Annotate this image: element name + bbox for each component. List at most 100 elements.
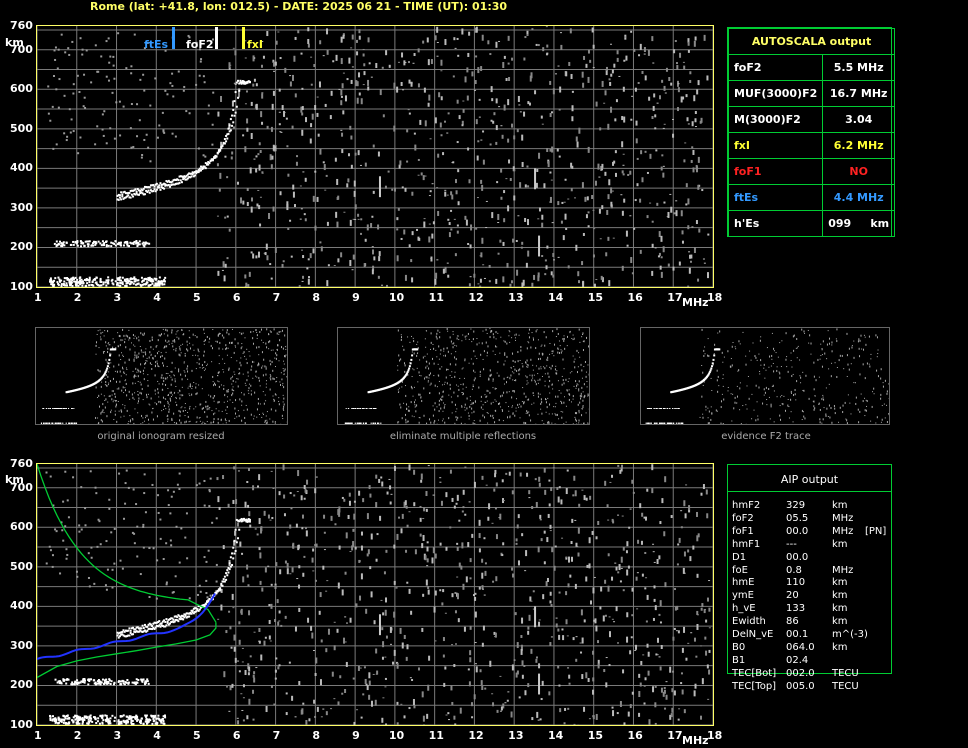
thumb-noise <box>473 330 475 333</box>
thumb-noise <box>702 413 704 415</box>
thumb-noise <box>515 333 517 336</box>
thumb-noise <box>454 375 456 378</box>
thumb-noise <box>532 377 534 379</box>
thumb-noise <box>526 376 528 379</box>
thumb-noise <box>451 371 453 373</box>
thumb-noise <box>464 406 466 408</box>
thumb-noise <box>731 364 733 367</box>
thumb-noise <box>444 404 446 406</box>
aip-row-label: B0 <box>732 641 746 653</box>
y-tick-label: 760 <box>10 19 33 32</box>
thumb-noise <box>162 389 164 391</box>
thumb-noise <box>880 377 882 380</box>
thumb-noise <box>163 380 165 383</box>
y-tick-label: 600 <box>10 82 33 96</box>
thumb-noise <box>161 410 163 412</box>
thumb-noise <box>815 379 817 382</box>
thumb-noise <box>275 409 277 412</box>
thumb-noise <box>780 366 782 368</box>
thumb-noise <box>404 413 406 416</box>
thumb-noise <box>580 392 582 395</box>
thumb-noise <box>558 340 560 342</box>
thumb-noise <box>187 349 189 352</box>
thumb-noise <box>163 347 165 349</box>
thumb-es-trace <box>646 422 648 424</box>
thumb-noise <box>571 337 573 339</box>
thumb-noise <box>773 390 775 392</box>
thumb-noise <box>517 403 519 406</box>
thumb-noise <box>531 403 533 405</box>
thumb-noise <box>119 370 121 373</box>
thumb-noise <box>563 337 565 340</box>
aip-row-value: 00.1 <box>786 629 809 640</box>
thumb-noise <box>161 354 163 357</box>
thumb-noise <box>514 360 516 363</box>
thumb-noise <box>225 344 227 347</box>
thumb-noise <box>489 336 491 339</box>
thumb-noise <box>145 353 147 356</box>
thumb-noise <box>274 366 276 368</box>
thumb-noise <box>230 377 232 380</box>
thumb-noise <box>886 392 888 395</box>
thumb-noise <box>108 371 110 373</box>
thumb-noise <box>247 371 249 374</box>
x-tick-label: 14 <box>547 729 564 742</box>
thumb-noise <box>205 400 207 403</box>
thumb-noise <box>539 378 541 381</box>
x-tick-label: 18 <box>707 291 723 304</box>
thumb-noise <box>213 384 215 387</box>
thumb-noise <box>198 351 200 353</box>
thumb-noise <box>504 360 506 362</box>
thumb-noise <box>546 358 548 361</box>
autoscala-row-value: 4.4 MHz <box>822 184 896 211</box>
thumb-noise <box>880 393 882 396</box>
thumb-noise <box>175 349 177 352</box>
thumb-noise <box>495 400 497 402</box>
thumb-noise <box>136 337 138 340</box>
thumb-noise <box>565 405 567 407</box>
thumb-noise <box>587 393 589 396</box>
thumb-noise <box>444 405 446 407</box>
thumb-noise <box>858 347 860 350</box>
thumb-noise <box>110 362 112 364</box>
aip-row-label: foE <box>732 564 748 576</box>
thumb-noise <box>788 406 790 408</box>
thumb-noise <box>142 417 144 419</box>
thumb-noise <box>203 422 205 424</box>
thumb-noise <box>576 412 578 415</box>
thumb-noise <box>716 410 718 412</box>
thumb-noise <box>576 384 578 387</box>
thumb-noise <box>275 352 277 355</box>
thumb-noise <box>821 398 823 401</box>
thumb-noise <box>283 363 285 365</box>
thumb-noise <box>252 337 254 340</box>
thumb-noise <box>771 358 773 360</box>
thumb-noise <box>253 415 255 417</box>
thumb-noise <box>532 369 534 371</box>
thumb-es-trace <box>51 422 53 424</box>
thumb-noise <box>173 422 175 424</box>
thumb-noise <box>156 352 158 355</box>
thumb-es-trace <box>72 408 74 409</box>
thumb-noise <box>866 362 868 365</box>
thumb-noise <box>261 416 263 418</box>
thumb-es-trace <box>351 422 353 424</box>
thumb-noise <box>128 390 130 393</box>
thumb-noise <box>280 331 282 333</box>
thumb-noise <box>560 411 562 413</box>
thumb-noise <box>769 355 771 358</box>
thumb-noise <box>486 395 488 397</box>
thumb-noise <box>560 351 562 354</box>
thumb-noise <box>707 407 709 409</box>
thumb-noise <box>255 375 257 377</box>
thumb-noise <box>155 364 157 367</box>
thumb-noise <box>484 416 486 419</box>
thumb-noise <box>476 343 478 346</box>
thumb-f2-trace <box>411 354 414 357</box>
thumb-noise <box>537 413 539 415</box>
thumb-noise <box>225 420 227 422</box>
thumb-noise <box>546 406 548 409</box>
thumb-noise <box>506 391 508 394</box>
thumb-noise <box>237 385 239 388</box>
thumb-noise <box>502 420 504 422</box>
